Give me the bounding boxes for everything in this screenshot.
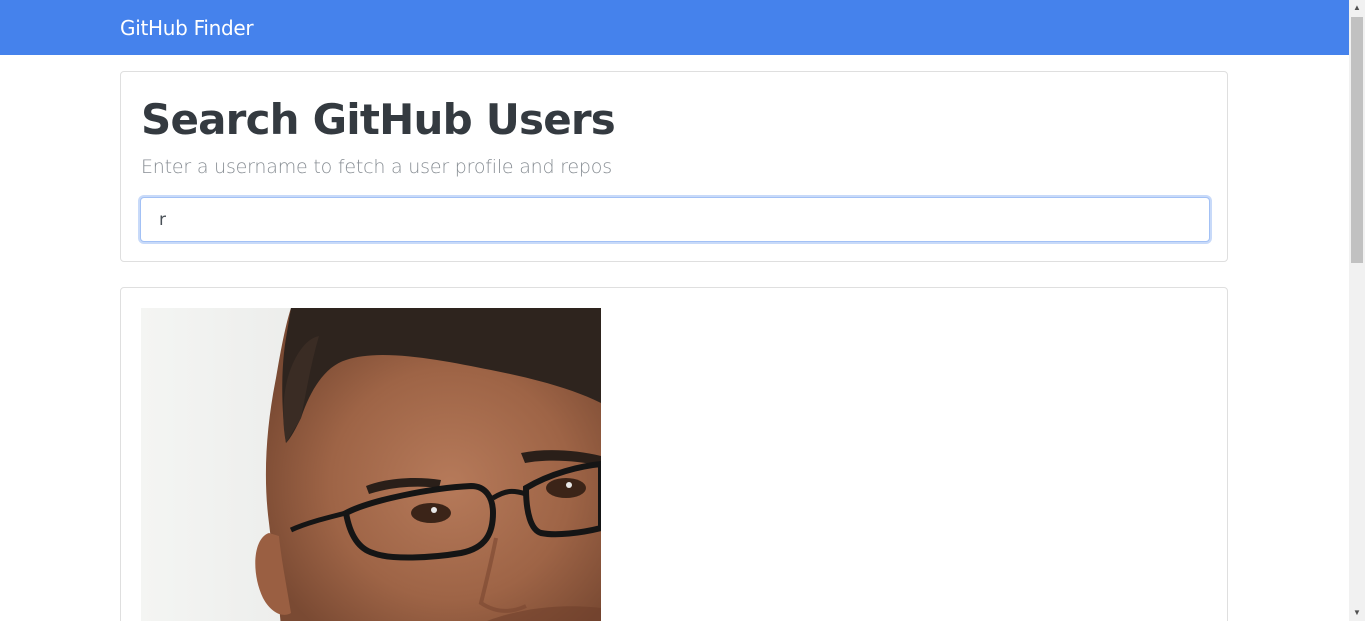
search-description: Enter a username to fetch a user profile… (141, 156, 612, 178)
brand-link[interactable]: GitHub Finder (120, 14, 254, 42)
search-card: Search GitHub Users Enter a username to … (120, 71, 1228, 262)
navbar: GitHub Finder (0, 0, 1349, 55)
scrollbar[interactable]: ▲ ▼ (1349, 0, 1365, 621)
avatar-image (141, 308, 601, 621)
scroll-up-icon[interactable]: ▲ (1349, 0, 1365, 16)
profile-card (120, 287, 1228, 621)
page-title: Search GitHub Users (141, 95, 616, 144)
search-input[interactable] (140, 197, 1210, 242)
scroll-thumb[interactable] (1351, 17, 1363, 263)
avatar (141, 308, 601, 621)
page: GitHub Finder Search GitHub Users Enter … (0, 0, 1365, 621)
scroll-down-icon[interactable]: ▼ (1349, 605, 1365, 621)
